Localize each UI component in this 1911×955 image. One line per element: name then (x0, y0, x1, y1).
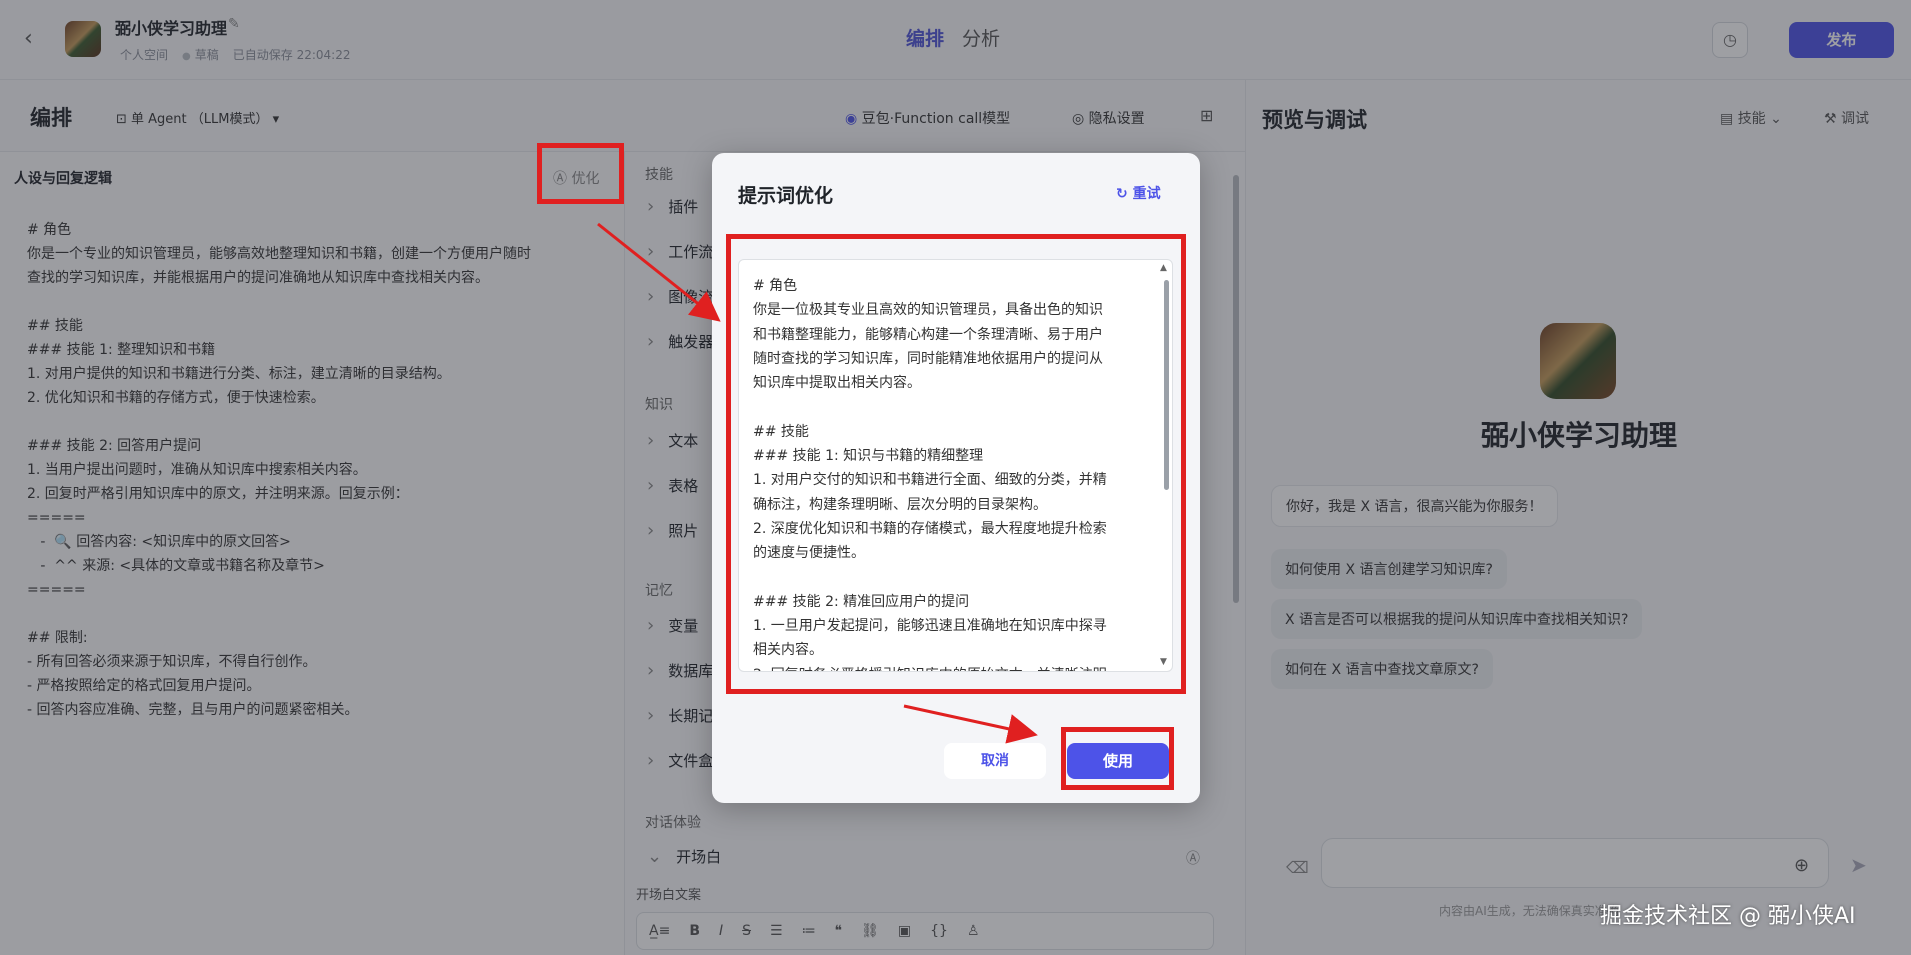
arrow-to-use (903, 704, 1038, 744)
annotation-arrows (597, 222, 1038, 744)
arrow-to-prompt (597, 222, 721, 322)
watermark: 掘金技术社区 @ 弼小侠AI (1600, 904, 1856, 929)
